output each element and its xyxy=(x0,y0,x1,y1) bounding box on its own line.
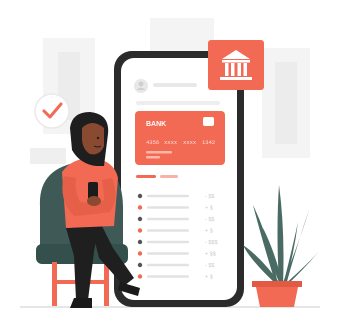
card-chip-icon xyxy=(203,117,214,126)
transaction-dot-icon xyxy=(137,228,143,233)
card-number-group-3: xxxx xyxy=(183,139,197,146)
bank-badge-bg xyxy=(208,40,264,90)
transaction-description-line xyxy=(147,275,189,278)
transaction-description-line xyxy=(147,263,189,267)
transaction-description-line xyxy=(147,194,189,198)
card-bank-label: BANK xyxy=(146,121,166,128)
transaction-dot-icon xyxy=(137,193,143,199)
pot-rim xyxy=(252,281,302,287)
card-holder-line xyxy=(146,151,172,154)
card-number-group-4: 1342 xyxy=(202,139,215,146)
bank-badge xyxy=(208,40,264,90)
transaction-description-line xyxy=(147,229,189,232)
plant-leaves xyxy=(243,185,320,285)
transaction-dot-icon xyxy=(137,205,143,210)
transaction-amount: + $ xyxy=(205,206,213,212)
transaction-amount: - $$ xyxy=(205,217,214,223)
tab-secondary-indicator[interactable] xyxy=(160,175,178,178)
transaction-dot-icon xyxy=(137,251,143,256)
transaction-description-line xyxy=(147,206,189,209)
check-badge xyxy=(34,93,70,129)
banking-illustration: BANK 4356 xxxx xxxx 1342 - $$ + $ - $$ + $ -… xyxy=(20,18,320,308)
transaction-dot-icon xyxy=(137,262,143,268)
bank-card[interactable]: BANK 4356 xxxx xxxx 1342 xyxy=(135,111,225,165)
profile-info-line xyxy=(136,101,220,105)
transaction-amount: - $$ xyxy=(205,263,214,269)
bg-panel-small xyxy=(30,148,66,164)
transaction-amount: - $$$ xyxy=(205,240,218,246)
person-shoe-left xyxy=(70,298,92,308)
person-hands xyxy=(87,196,101,206)
transaction-description-line xyxy=(147,252,189,255)
person-face xyxy=(82,123,104,155)
transaction-dot-icon xyxy=(137,239,143,245)
transaction-description-line xyxy=(147,217,189,221)
bg-panel-right-inner xyxy=(275,62,297,144)
transaction-description-line xyxy=(147,240,189,244)
card-number-group-1: 4356 xyxy=(146,139,159,146)
person-eye xyxy=(96,136,100,140)
plant xyxy=(243,185,320,307)
check-badge-ring xyxy=(34,93,70,129)
transaction-amount: - $$ xyxy=(205,194,214,200)
transaction-dot-icon xyxy=(137,216,143,222)
profile-name-line xyxy=(153,83,197,87)
pot xyxy=(256,287,298,307)
illustration-canvas: BANK 4356 xxxx xxxx 1342 - $$ + $ - $$ + $ -… xyxy=(0,0,341,335)
avatar-head xyxy=(138,81,144,87)
tab-active-indicator[interactable] xyxy=(136,175,156,178)
transaction-amount: + $ xyxy=(205,275,213,281)
transaction-amount: + $$ xyxy=(205,252,216,258)
card-number-group-2: xxxx xyxy=(164,139,178,146)
transaction-dot-icon xyxy=(137,274,143,279)
transaction-amount: + $ xyxy=(205,229,213,235)
card-expiry-line xyxy=(146,156,160,159)
